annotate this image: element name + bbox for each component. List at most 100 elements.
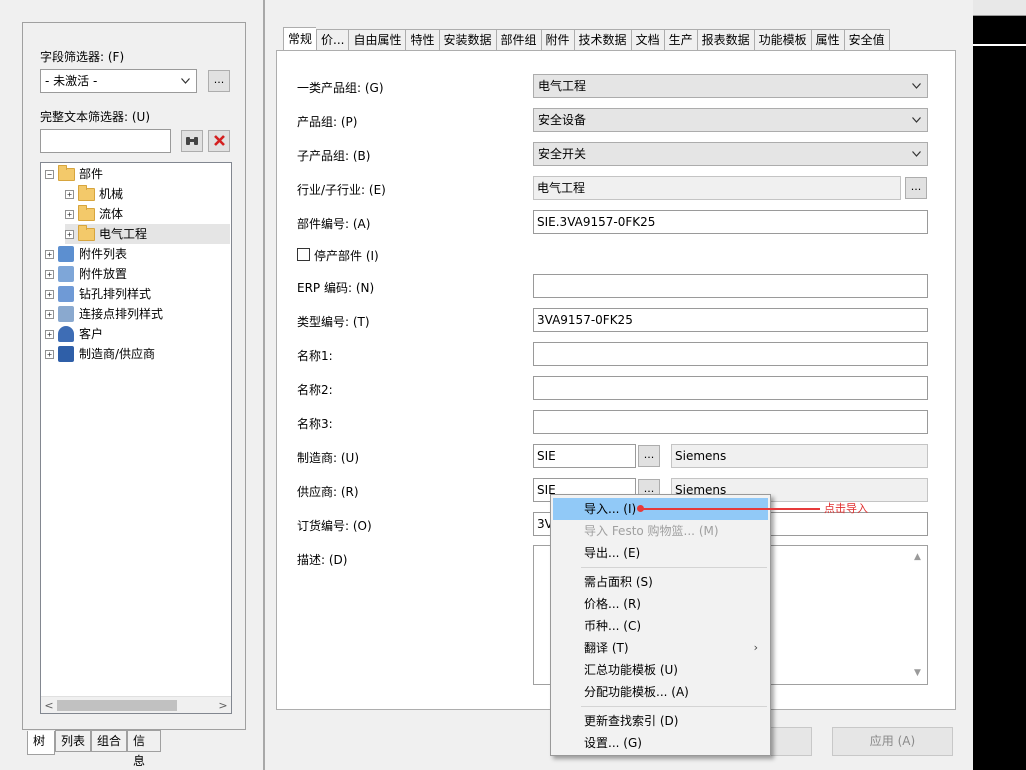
tab-part-group[interactable]: 部件组 (495, 29, 541, 51)
manufacturer-code-field[interactable]: SIE (533, 444, 636, 468)
tab-function-templates[interactable]: 功能模板 (753, 29, 811, 51)
industry-label: 行业/子行业: (E) (297, 183, 386, 197)
menu-item-update-index[interactable]: 更新查找索引 (D) (553, 710, 768, 732)
manufacturer-label: 制造商: (U) (297, 451, 360, 465)
field-filter-dropdown[interactable]: - 未激活 - (40, 69, 197, 93)
name2-field[interactable] (533, 376, 928, 400)
tree-node-electrical[interactable]: + 电气工程 (65, 224, 230, 244)
expand-icon[interactable]: + (45, 349, 54, 359)
scroll-right-icon[interactable]: > (215, 697, 231, 714)
scroll-left-icon[interactable]: < (41, 697, 57, 714)
collapse-icon[interactable]: − (45, 169, 54, 179)
expand-icon[interactable]: + (65, 209, 74, 219)
expand-icon[interactable]: + (65, 189, 74, 199)
industry-field[interactable]: 电气工程 (533, 176, 901, 200)
annotation-label: 点击导入 (824, 502, 868, 515)
discontinued-label: 停产部件 (I) (314, 249, 379, 263)
name3-field[interactable] (533, 410, 928, 434)
expand-icon[interactable]: + (45, 309, 54, 319)
tab-technical-data[interactable]: 技术数据 (573, 29, 631, 51)
expand-icon[interactable]: + (45, 329, 54, 339)
sub-product-group-dropdown[interactable]: 安全开关 (533, 142, 928, 166)
menu-item-currency[interactable]: 币种... (C) (553, 615, 768, 637)
name1-field[interactable] (533, 342, 928, 366)
tab-documents[interactable]: 文档 (630, 29, 664, 51)
tree-node-accessory-list[interactable]: + 附件列表 (45, 244, 127, 264)
tab-free-properties[interactable]: 自由属性 (348, 29, 406, 51)
tab-production[interactable]: 生产 (663, 29, 697, 51)
manufacturer-more-button[interactable]: ... (638, 445, 660, 467)
tab-mounting-data[interactable]: 安装数据 (438, 29, 496, 51)
discontinued-checkbox[interactable] (297, 248, 310, 261)
tree-node-customer[interactable]: + 客户 (45, 324, 103, 344)
manufacturer-name-field[interactable]: Siemens (671, 444, 928, 468)
folder-icon (58, 164, 75, 181)
tab-report-data[interactable]: 报表数据 (696, 29, 754, 51)
product-group-1-value: 电气工程 (538, 79, 587, 93)
apply-button[interactable]: 应用 (A) (832, 727, 953, 756)
background-window-line (973, 44, 1026, 46)
menu-separator (581, 567, 767, 568)
tree-node-parts[interactable]: − 部件 (45, 164, 103, 184)
industry-more-button[interactable]: ... (905, 177, 927, 199)
tree-node-accessory-placement[interactable]: + 附件放置 (45, 264, 127, 284)
tree-node-connection-pattern[interactable]: + 连接点排列样式 (45, 304, 163, 324)
scroll-down-icon[interactable]: ▼ (914, 668, 923, 678)
folder-icon (78, 204, 95, 221)
fulltext-filter-input[interactable] (40, 129, 171, 153)
expand-icon[interactable]: + (45, 269, 54, 279)
tab-characteristics[interactable]: 特性 (405, 29, 439, 51)
tab-info[interactable]: 信息 (127, 730, 161, 768)
tab-list[interactable]: 列表 (55, 730, 91, 752)
navigator-tree[interactable]: − 部件 + 机械 + 流体 + 电气工程 + 附件列表 + 附件放置 + 钻孔… (40, 162, 232, 714)
erp-code-label: ERP 编码: (N) (297, 281, 375, 295)
field-filter-value: - 未激活 - (45, 74, 98, 88)
chevron-down-icon (912, 83, 921, 89)
erp-code-field[interactable] (533, 274, 928, 298)
property-tabs: 常规 价... 自由属性 特性 安装数据 部件组 附件 技术数据 文档 生产 报… (283, 27, 890, 52)
expand-icon[interactable]: + (65, 229, 74, 239)
binoculars-search-button[interactable] (181, 130, 203, 152)
tree-horizontal-scrollbar[interactable]: < > (41, 696, 231, 713)
sub-product-group-value: 安全开关 (538, 147, 587, 161)
tree-node-drilling-pattern[interactable]: + 钻孔排列样式 (45, 284, 151, 304)
expand-icon[interactable]: + (45, 289, 54, 299)
menu-item-summarize-templates[interactable]: 汇总功能模板 (U) (553, 659, 768, 681)
tree-node-label: 流体 (99, 207, 124, 221)
tab-combination[interactable]: 组合 (91, 730, 127, 752)
name2-label: 名称2: (297, 383, 333, 397)
product-group-dropdown[interactable]: 安全设备 (533, 108, 928, 132)
tab-price[interactable]: 价... (316, 29, 349, 51)
folder-icon (78, 184, 95, 201)
chevron-down-icon (912, 117, 921, 123)
menu-item-space-requirement[interactable]: 需占面积 (S) (553, 571, 768, 593)
clear-filter-button[interactable] (208, 130, 230, 152)
tab-safety-values[interactable]: 安全值 (843, 29, 890, 51)
tab-general[interactable]: 常规 (283, 27, 317, 52)
tab-properties[interactable]: 属性 (810, 29, 844, 51)
person-icon (58, 326, 74, 342)
tree-node-manufacturer-supplier[interactable]: + 制造商/供应商 (45, 344, 155, 364)
product-group-1-dropdown[interactable]: 电气工程 (533, 74, 928, 98)
menu-item-translate[interactable]: 翻译 (T) › (553, 637, 768, 659)
tab-accessories[interactable]: 附件 (540, 29, 574, 51)
tree-node-fluid[interactable]: + 流体 (65, 204, 123, 224)
expand-icon[interactable]: + (45, 249, 54, 259)
menu-item-assign-templates[interactable]: 分配功能模板... (A) (553, 681, 768, 703)
menu-item-price[interactable]: 价格... (R) (553, 593, 768, 615)
scroll-up-icon[interactable]: ▲ (914, 552, 923, 562)
folder-icon (78, 224, 95, 241)
menu-item-export[interactable]: 导出... (E) (553, 542, 768, 564)
menu-item-import-festo[interactable]: 导入 Festo 购物篮... (M) (553, 520, 768, 542)
menu-item-settings[interactable]: 设置... (G) (553, 732, 768, 754)
scroll-thumb[interactable] (57, 700, 177, 711)
tree-node-label: 制造商/供应商 (79, 347, 156, 361)
tree-node-mechanical[interactable]: + 机械 (65, 184, 123, 204)
tab-tree[interactable]: 树 (27, 731, 55, 755)
field-filter-more-button[interactable]: ... (208, 70, 230, 92)
part-number-field[interactable]: SIE.3VA9157-0FK25 (533, 210, 928, 234)
type-number-field[interactable]: 3VA9157-0FK25 (533, 308, 928, 332)
annotation-arrow-dot (637, 505, 644, 512)
description-label: 描述: (D) (297, 553, 348, 567)
menu-separator (581, 706, 767, 707)
